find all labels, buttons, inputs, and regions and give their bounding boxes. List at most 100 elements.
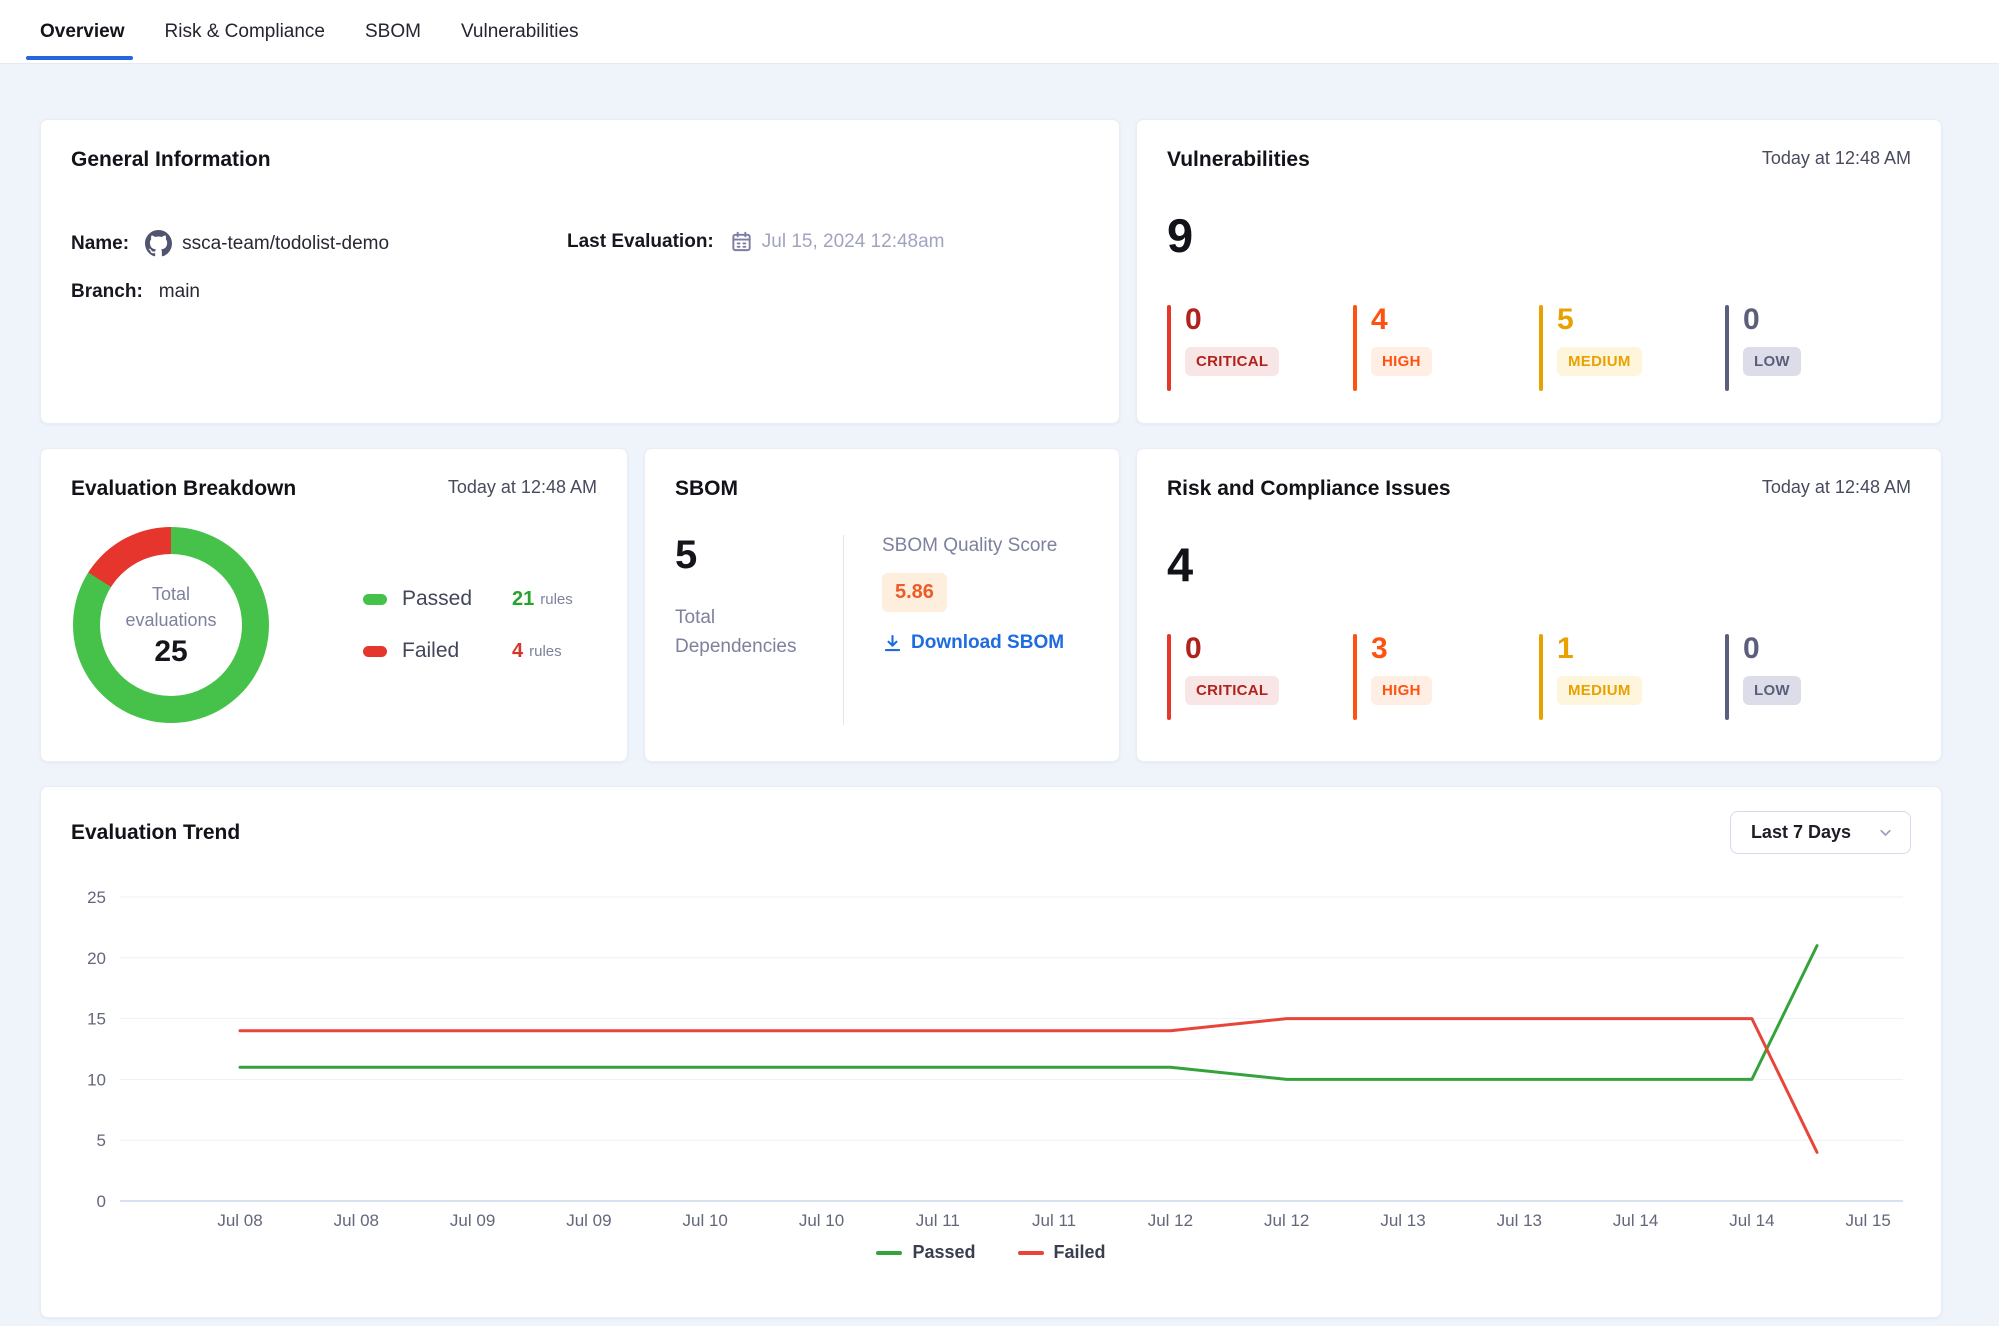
svg-text:10: 10 xyxy=(87,1070,106,1089)
medium-badge: MEDIUM xyxy=(1557,347,1642,376)
svg-text:Jul 11: Jul 11 xyxy=(916,1211,960,1230)
evaluation-trend-chart: 0510152025Jul 08Jul 08Jul 09Jul 09Jul 10… xyxy=(71,880,1913,1240)
tab-bar: Overview Risk & Compliance SBOM Vulnerab… xyxy=(0,0,1999,64)
svg-text:15: 15 xyxy=(87,1010,106,1029)
high-badge: HIGH xyxy=(1371,676,1432,705)
svg-text:Jul 15: Jul 15 xyxy=(1846,1211,1891,1230)
vuln-critical-count: 0 xyxy=(1185,305,1279,335)
risk-low-count: 0 xyxy=(1743,634,1801,664)
high-bar xyxy=(1353,634,1357,720)
passed-pill-icon xyxy=(363,594,387,605)
donut-total-value: 25 xyxy=(154,635,187,669)
svg-text:Jul 14: Jul 14 xyxy=(1729,1211,1774,1230)
vulnerabilities-timestamp: Today at 12:48 AM xyxy=(1762,148,1911,169)
vulnerabilities-card: Vulnerabilities Today at 12:48 AM 9 0 CR… xyxy=(1136,119,1942,424)
general-information-card: General Information Name: ssca-team/todo… xyxy=(40,119,1120,424)
sbom-total-dependencies-label: Total Dependencies xyxy=(675,603,810,662)
risk-high-item: 3 HIGH xyxy=(1353,634,1539,720)
passed-count: 21 xyxy=(512,588,534,611)
failed-legend-row: Failed 4 rules xyxy=(363,639,573,663)
medium-bar xyxy=(1539,634,1543,720)
svg-text:Jul 10: Jul 10 xyxy=(683,1211,728,1230)
passed-label: Passed xyxy=(402,587,512,611)
github-icon xyxy=(145,230,172,257)
risk-critical-item: 0 CRITICAL xyxy=(1167,634,1353,720)
general-information-title: General Information xyxy=(71,148,271,172)
vuln-medium-item: 5 MEDIUM xyxy=(1539,305,1725,391)
download-sbom-link[interactable]: Download SBOM xyxy=(882,632,1064,654)
failed-count: 4 xyxy=(512,640,523,663)
vuln-high-count: 4 xyxy=(1371,305,1432,335)
svg-text:Jul 09: Jul 09 xyxy=(566,1211,611,1230)
last-evaluation-label: Last Evaluation: xyxy=(567,231,714,253)
risk-critical-count: 0 xyxy=(1185,634,1279,664)
tab-sbom[interactable]: SBOM xyxy=(365,0,421,63)
tab-risk-compliance[interactable]: Risk & Compliance xyxy=(165,0,326,63)
svg-text:Jul 13: Jul 13 xyxy=(1497,1211,1542,1230)
high-badge: HIGH xyxy=(1371,347,1432,376)
risk-medium-count: 1 xyxy=(1557,634,1642,664)
branch-row: Branch: main xyxy=(71,281,1089,303)
vulnerabilities-severity-row: 0 CRITICAL 4 HIGH 5 MEDIUM xyxy=(1167,305,1911,391)
branch-label: Branch: xyxy=(71,281,143,303)
svg-text:Jul 08: Jul 08 xyxy=(334,1211,379,1230)
failed-rules-suffix: rules xyxy=(529,643,562,660)
passed-line-swatch xyxy=(876,1251,902,1255)
vuln-critical-item: 0 CRITICAL xyxy=(1167,305,1353,391)
chevron-down-icon xyxy=(1877,824,1894,841)
calendar-icon xyxy=(730,230,753,253)
trend-failed-label: Failed xyxy=(1054,1242,1106,1263)
vuln-high-item: 4 HIGH xyxy=(1353,305,1539,391)
last-evaluation-value: Jul 15, 2024 12:48am xyxy=(762,231,945,253)
svg-text:Jul 14: Jul 14 xyxy=(1613,1211,1658,1230)
download-sbom-label: Download SBOM xyxy=(911,632,1064,654)
passed-rules-suffix: rules xyxy=(540,591,573,608)
svg-text:Jul 12: Jul 12 xyxy=(1148,1211,1193,1230)
medium-badge: MEDIUM xyxy=(1557,676,1642,705)
medium-bar xyxy=(1539,305,1543,391)
svg-text:Jul 08: Jul 08 xyxy=(217,1211,262,1230)
vuln-low-count: 0 xyxy=(1743,305,1801,335)
risk-compliance-card: Risk and Compliance Issues Today at 12:4… xyxy=(1136,448,1942,762)
tab-overview[interactable]: Overview xyxy=(40,0,125,63)
tab-vulnerabilities-label: Vulnerabilities xyxy=(461,21,579,43)
critical-bar xyxy=(1167,634,1171,720)
repo-name-value: ssca-team/todolist-demo xyxy=(182,233,389,255)
download-icon xyxy=(882,633,903,654)
high-bar xyxy=(1353,305,1357,391)
risk-high-count: 3 xyxy=(1371,634,1432,664)
critical-badge: CRITICAL xyxy=(1185,347,1279,376)
passed-legend-row: Passed 21 rules xyxy=(363,587,573,611)
failed-pill-icon xyxy=(363,646,387,657)
vulnerabilities-total: 9 xyxy=(1167,212,1911,259)
tab-overview-label: Overview xyxy=(40,21,125,43)
risk-compliance-total: 4 xyxy=(1167,541,1911,588)
vuln-low-item: 0 LOW xyxy=(1725,305,1911,391)
svg-text:25: 25 xyxy=(87,888,106,907)
low-bar xyxy=(1725,634,1729,720)
date-range-select[interactable]: Last 7 Days xyxy=(1730,811,1911,854)
evaluation-trend-card: Evaluation Trend Last 7 Days 0510152025J… xyxy=(40,786,1942,1318)
risk-medium-item: 1 MEDIUM xyxy=(1539,634,1725,720)
evaluations-donut-chart: Total evaluations 25 xyxy=(73,527,269,723)
risk-compliance-timestamp: Today at 12:48 AM xyxy=(1762,477,1911,498)
svg-text:5: 5 xyxy=(97,1131,106,1150)
last-evaluation-row: Last Evaluation: Jul 15, 2024 12:48am xyxy=(567,230,945,253)
critical-badge: CRITICAL xyxy=(1185,676,1279,705)
branch-value: main xyxy=(159,281,200,303)
tab-vulnerabilities[interactable]: Vulnerabilities xyxy=(461,0,579,63)
trend-legend-failed: Failed xyxy=(1018,1242,1106,1263)
svg-text:Jul 13: Jul 13 xyxy=(1380,1211,1425,1230)
donut-center-label: Total evaluations xyxy=(113,581,229,633)
svg-text:0: 0 xyxy=(97,1192,106,1211)
svg-text:20: 20 xyxy=(87,949,106,968)
evaluation-breakdown-timestamp: Today at 12:48 AM xyxy=(448,477,597,498)
trend-legend-passed: Passed xyxy=(876,1242,975,1263)
name-label: Name: xyxy=(71,233,129,255)
failed-label: Failed xyxy=(402,639,512,663)
svg-text:Jul 12: Jul 12 xyxy=(1264,1211,1309,1230)
failed-line-swatch xyxy=(1018,1251,1044,1255)
low-badge: LOW xyxy=(1743,347,1801,376)
trend-passed-label: Passed xyxy=(912,1242,975,1263)
svg-text:Jul 10: Jul 10 xyxy=(799,1211,844,1230)
